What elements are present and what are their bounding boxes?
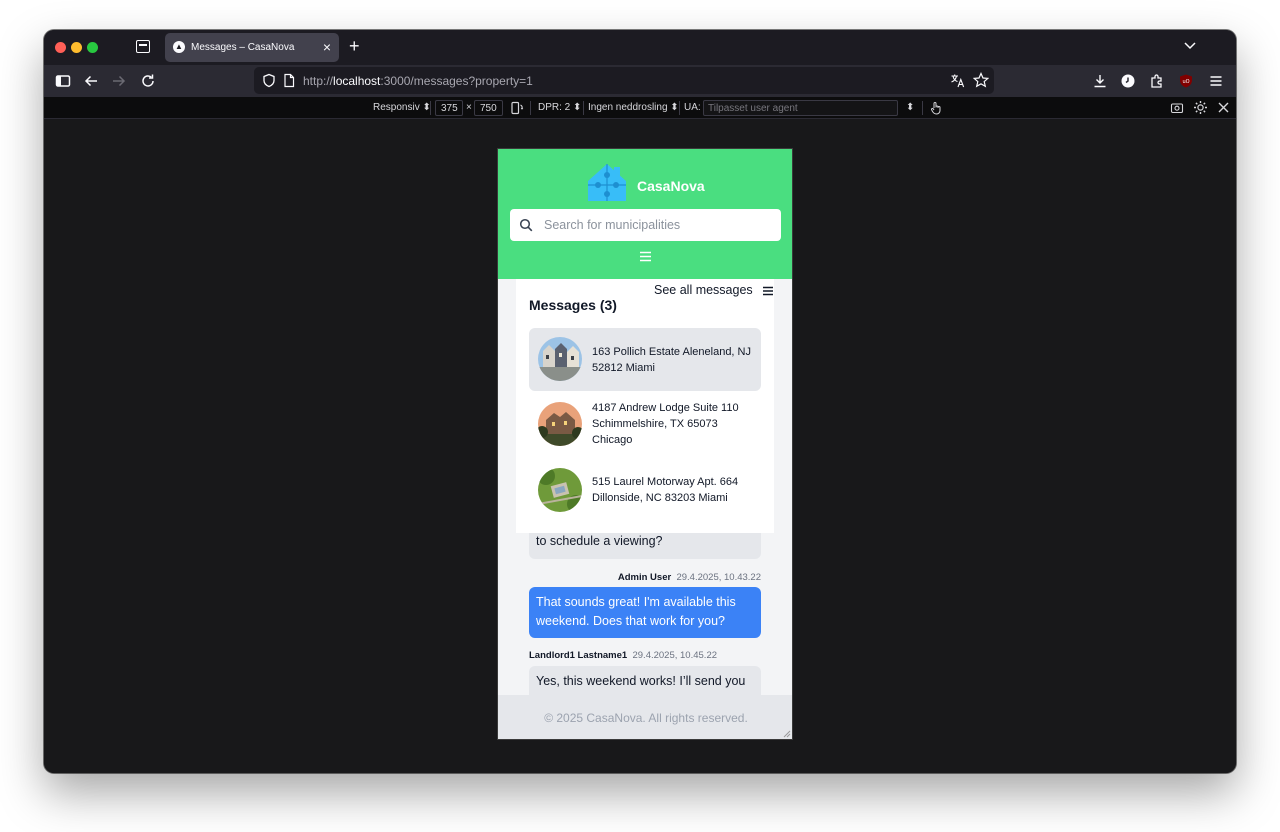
property-thumbnail: [538, 402, 582, 446]
messages-title: Messages (3): [529, 297, 617, 313]
hamburger-menu-icon[interactable]: [762, 286, 774, 296]
new-tab-button[interactable]: +: [349, 36, 360, 56]
rotate-device-icon[interactable]: [510, 101, 524, 115]
navigation-toolbar: http://localhost:3000/messages?property=…: [44, 65, 1236, 97]
divider: [430, 101, 431, 115]
resize-handle-icon[interactable]: [783, 730, 791, 738]
message-time: 29.4.2025, 10.43.22: [676, 572, 761, 583]
conversation-item[interactable]: 163 Pollich Estate Aleneland, NJ 52812 M…: [529, 328, 761, 391]
casanova-logo-icon[interactable]: [586, 161, 628, 203]
screenshot-icon[interactable]: [1170, 101, 1184, 115]
divider: [583, 101, 584, 115]
site-header: CasaNova: [498, 149, 792, 279]
menu-icon[interactable]: [1207, 72, 1225, 90]
user-agent-input[interactable]: Tilpasset user agent: [703, 100, 898, 116]
tab-messages[interactable]: ▲ Messages – CasaNova ×: [165, 33, 339, 62]
search-input[interactable]: [544, 209, 769, 241]
zoom-window-button[interactable]: [87, 42, 98, 53]
mobile-viewport: CasaNova to schedule a viewing? Admin Us…: [497, 148, 793, 740]
viewport-width-input[interactable]: 375: [435, 100, 463, 116]
tab-close-icon[interactable]: ×: [323, 39, 331, 55]
property-thumbnail: [538, 468, 582, 512]
property-address: 163 Pollich Estate Aleneland, NJ 52812 M…: [592, 346, 751, 374]
close-rdm-icon[interactable]: [1217, 101, 1230, 114]
extensions-puzzle-icon[interactable]: [1148, 72, 1166, 90]
shield-icon[interactable]: [262, 73, 276, 88]
footer-copyright: © 2025 CasaNova. All rights reserved.: [544, 711, 748, 725]
settings-gear-icon[interactable]: [1193, 100, 1208, 115]
property-address: 515 Laurel Motorway Apt. 664 Dillonside,…: [592, 476, 739, 504]
translate-icon[interactable]: [950, 73, 965, 88]
property-thumbnail: [538, 337, 582, 381]
ua-label: UA:: [684, 102, 701, 113]
minimize-window-button[interactable]: [71, 42, 82, 53]
times-sign: ×: [466, 102, 472, 113]
chat-message-text: to schedule a viewing?: [536, 534, 663, 548]
tab-bar: ▲ Messages – CasaNova × +: [44, 30, 1236, 65]
sidebar-icon[interactable]: [54, 72, 72, 90]
chat-message-meta: Admin User 29.4.2025, 10.43.22: [618, 572, 761, 583]
touch-simulation-icon[interactable]: [929, 101, 943, 115]
brand-name[interactable]: CasaNova: [637, 178, 705, 194]
message-time: 29.4.2025, 10.45.22: [632, 650, 718, 661]
dpr-selector[interactable]: DPR: 2 ⬍: [538, 102, 581, 113]
favicon-icon: ▲: [173, 41, 185, 53]
divider: [922, 101, 923, 115]
browser-window: ▲ Messages – CasaNova × + http://localho…: [44, 30, 1236, 773]
responsive-design-toolbar: Responsiv ⬍ 375 × 750 DPR: 2 ⬍ Ingen ned…: [44, 97, 1236, 119]
viewport-height-input[interactable]: 750: [474, 100, 503, 116]
search-icon: [519, 218, 533, 232]
sender-name: Admin User: [617, 572, 672, 583]
back-arrow-icon[interactable]: [82, 72, 100, 90]
forward-arrow-icon[interactable]: [110, 72, 128, 90]
site-footer: © 2025 CasaNova. All rights reserved.: [498, 695, 792, 739]
url-text[interactable]: http://localhost:3000/messages?property=…: [303, 74, 533, 88]
conversation-item[interactable]: 4187 Andrew Lodge Suite 110 Schimmelshir…: [529, 394, 761, 457]
sender-name: Landlord1 Lastname1: [529, 650, 628, 661]
chevron-down-icon[interactable]: [1184, 39, 1196, 51]
chat-message-meta: Landlord1 Lastname1 29.4.2025, 10.45.22: [529, 650, 717, 661]
divider: [679, 101, 680, 115]
reload-icon[interactable]: [139, 72, 157, 90]
ua-dropdown-icon[interactable]: ⬍: [906, 102, 914, 113]
close-window-button[interactable]: [55, 42, 66, 53]
hamburger-menu-icon[interactable]: [639, 251, 652, 262]
tab-title: Messages – CasaNova: [191, 42, 295, 53]
download-icon[interactable]: [1091, 72, 1109, 90]
chat-message-text: Yes, this weekend works! I’ll send you: [536, 674, 746, 688]
see-all-messages-link[interactable]: See all messages: [654, 283, 753, 297]
chat-message-text: That sounds great! I'm available this we…: [536, 595, 736, 628]
extension-clock-icon[interactable]: [1119, 72, 1137, 90]
svg-text:uO: uO: [1182, 79, 1189, 85]
divider: [530, 101, 531, 115]
property-address: 4187 Andrew Lodge Suite 110 Schimmelshir…: [592, 402, 739, 446]
address-bar[interactable]: http://localhost:3000/messages?property=…: [254, 67, 994, 94]
ublock-origin-icon[interactable]: uO: [1177, 72, 1195, 90]
device-selector[interactable]: Responsiv ⬍: [373, 102, 431, 113]
chat-message-outgoing: That sounds great! I'm available this we…: [529, 587, 761, 638]
firefox-view-icon[interactable]: [136, 40, 150, 53]
conversation-item[interactable]: 515 Laurel Motorway Apt. 664 Dillonside,…: [529, 460, 761, 523]
page-icon[interactable]: [283, 73, 295, 88]
throttling-selector[interactable]: Ingen neddrosling ⬍: [588, 102, 679, 113]
bookmark-star-icon[interactable]: [973, 72, 989, 88]
municipality-search[interactable]: [510, 209, 781, 241]
